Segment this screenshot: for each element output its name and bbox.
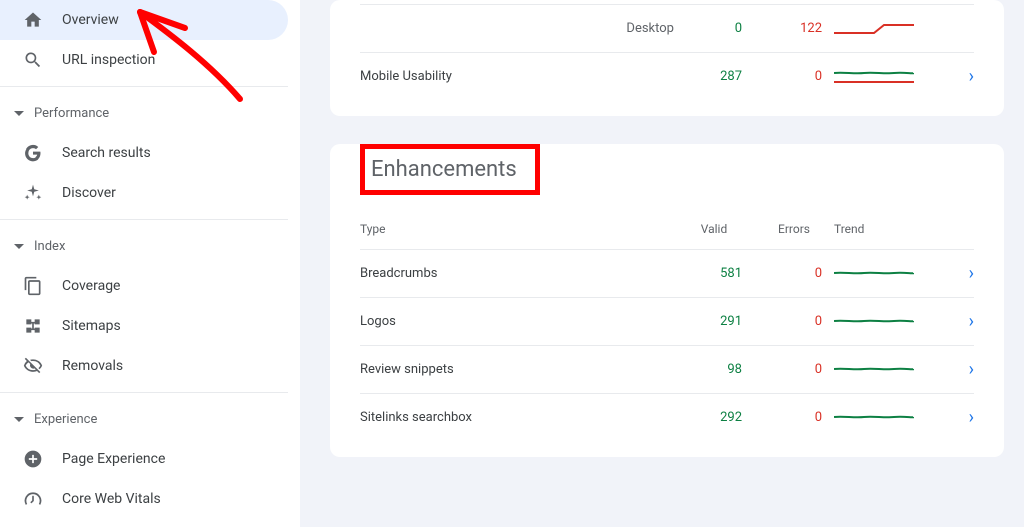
sidebar-item-overview[interactable]: Overview: [0, 0, 288, 40]
table-row[interactable]: Logos 291 0 ›: [360, 297, 974, 345]
main-content: Desktop 0 122 Mobile Usability 287 0 › E…: [300, 0, 1024, 527]
card-title: Enhancements: [367, 153, 521, 186]
col-errors: Errors: [754, 222, 834, 236]
sidebar-item-url-inspection[interactable]: URL inspection: [0, 40, 288, 80]
sidebar-label: Core Web Vitals: [62, 491, 161, 507]
search-icon: [22, 49, 44, 71]
sidebar-item-page-experience[interactable]: Page Experience: [0, 439, 288, 479]
sidebar-group-label: Experience: [34, 412, 97, 427]
chevron-right-icon[interactable]: ›: [934, 66, 974, 87]
row-trend: [834, 69, 934, 85]
sidebar-group-label: Performance: [34, 106, 109, 121]
coverage-card: Desktop 0 122 Mobile Usability 287 0 ›: [330, 0, 1004, 116]
table-row[interactable]: Breadcrumbs 581 0 ›: [360, 249, 974, 297]
row-label: Review snippets: [360, 362, 674, 377]
sidebar-item-coverage[interactable]: Coverage: [0, 266, 288, 306]
sidebar-group-index[interactable]: Index: [0, 226, 288, 266]
caret-down-icon: [14, 111, 24, 116]
sidebar-label: Sitemaps: [62, 318, 121, 334]
sidebar-group-label: Index: [34, 239, 65, 254]
row-errors: 122: [754, 21, 834, 36]
table-row[interactable]: Mobile Usability 287 0 ›: [360, 52, 974, 100]
sitemap-icon: [22, 315, 44, 337]
row-valid: 581: [674, 266, 754, 281]
visibility-off-icon: [22, 355, 44, 377]
caret-down-icon: [14, 244, 24, 249]
row-trend: [834, 21, 934, 37]
sidebar: Overview URL inspection Performance Sear…: [0, 0, 300, 527]
table-row[interactable]: Sitelinks searchbox 292 0 ›: [360, 393, 974, 441]
table-row[interactable]: Review snippets 98 0 ›: [360, 345, 974, 393]
row-errors: 0: [754, 362, 834, 377]
home-icon: [22, 9, 44, 31]
sidebar-item-removals[interactable]: Removals: [0, 346, 288, 386]
chevron-right-icon[interactable]: ›: [934, 263, 974, 284]
sidebar-item-search-results[interactable]: Search results: [0, 133, 288, 173]
row-errors: 0: [754, 266, 834, 281]
col-trend: Trend: [834, 222, 934, 236]
sidebar-item-core-web-vitals[interactable]: Core Web Vitals: [0, 479, 288, 519]
row-valid: 292: [674, 410, 754, 425]
col-valid: Valid: [674, 222, 754, 236]
row-trend: [834, 410, 934, 426]
pages-icon: [22, 275, 44, 297]
caret-down-icon: [14, 417, 24, 422]
row-label: Desktop: [360, 21, 674, 36]
sidebar-label: Removals: [62, 358, 123, 374]
row-valid: 291: [674, 314, 754, 329]
chevron-right-icon[interactable]: ›: [934, 311, 974, 332]
annotation-highlight: Enhancements: [360, 144, 540, 195]
sidebar-item-sitemaps[interactable]: Sitemaps: [0, 306, 288, 346]
sidebar-item-discover[interactable]: Discover: [0, 173, 288, 213]
table-row[interactable]: Desktop 0 122: [360, 4, 974, 52]
row-valid: 98: [674, 362, 754, 377]
row-valid: 0: [674, 21, 754, 36]
row-label: Breadcrumbs: [360, 266, 674, 281]
row-label: Logos: [360, 314, 674, 329]
row-valid: 287: [674, 69, 754, 84]
row-errors: 0: [754, 69, 834, 84]
row-trend: [834, 314, 934, 330]
row-label: Sitelinks searchbox: [360, 410, 674, 425]
row-errors: 0: [754, 314, 834, 329]
sidebar-label: Overview: [62, 12, 119, 28]
plus-circle-icon: [22, 448, 44, 470]
sidebar-label: Discover: [62, 185, 116, 201]
chevron-right-icon[interactable]: ›: [934, 359, 974, 380]
sidebar-label: Page Experience: [62, 451, 165, 467]
google-g-icon: [22, 142, 44, 164]
row-trend: [834, 362, 934, 378]
row-errors: 0: [754, 410, 834, 425]
sidebar-label: URL inspection: [62, 52, 155, 68]
sidebar-label: Coverage: [62, 278, 120, 294]
sparkle-icon: [22, 182, 44, 204]
sidebar-group-performance[interactable]: Performance: [0, 93, 288, 133]
table-header: Type Valid Errors Trend: [360, 209, 974, 249]
sidebar-group-experience[interactable]: Experience: [0, 399, 288, 439]
sidebar-label: Search results: [62, 145, 151, 161]
enhancements-card: Enhancements Type Valid Errors Trend Bre…: [330, 144, 1004, 457]
divider: [0, 219, 288, 220]
col-type: Type: [360, 222, 674, 236]
row-trend: [834, 266, 934, 282]
row-label: Mobile Usability: [360, 69, 674, 84]
divider: [0, 392, 288, 393]
divider: [0, 86, 288, 87]
speed-icon: [22, 488, 44, 510]
chevron-right-icon[interactable]: ›: [934, 407, 974, 428]
